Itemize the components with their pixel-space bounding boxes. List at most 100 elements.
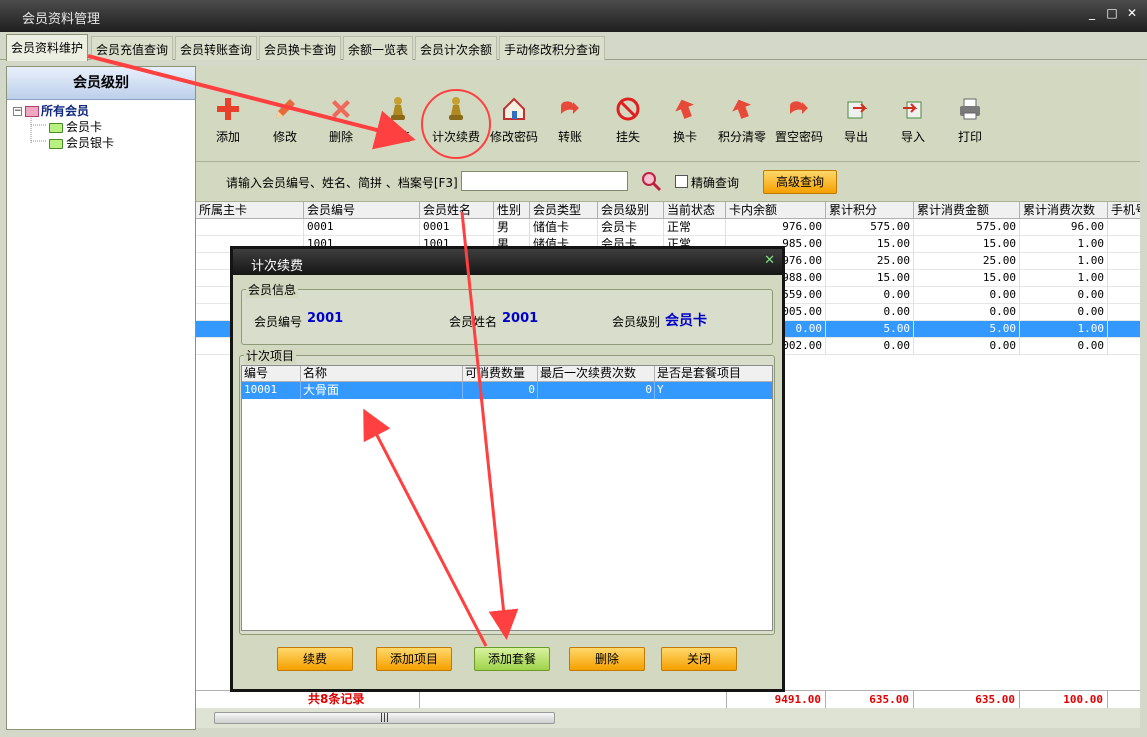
table-cell: 0.00 <box>826 304 914 321</box>
tab-member-info[interactable]: 会员资料维护 <box>6 34 89 61</box>
table-cell <box>1108 304 1140 321</box>
col-header-item-no[interactable]: 编号 <box>242 366 301 382</box>
total-records: 共8条记录 <box>304 691 420 708</box>
print-button[interactable]: 打印 <box>940 96 1000 154</box>
table-cell: 15.00 <box>826 270 914 287</box>
dialog-titlebar: 计次续费 ✕ <box>233 249 782 275</box>
transfer-icon <box>561 101 579 114</box>
import-button[interactable]: 导入 <box>883 96 943 154</box>
horizontal-scrollbar[interactable]: ||| <box>196 708 1140 728</box>
pawn-icon <box>449 97 463 120</box>
table-cell: 0.00 <box>914 287 1020 304</box>
change-password-button[interactable]: 修改密码 <box>484 96 544 154</box>
exact-search-label: 精确查询 <box>691 176 740 190</box>
col-header-item-name[interactable]: 名称 <box>301 366 463 382</box>
col-header-status[interactable]: 当前状态 <box>664 202 726 219</box>
item-name-cell: 大骨面 <box>301 382 463 399</box>
transfer-label: 转账 <box>557 130 582 144</box>
add-item-button[interactable]: 添加项目 <box>376 647 452 671</box>
member-info-group-title: 会员信息 <box>246 281 299 298</box>
table-cell: 会员卡 <box>598 219 664 236</box>
add-package-button[interactable]: 添加套餐 <box>474 647 550 671</box>
tab-recharge-query[interactable]: 会员充值查询 <box>91 36 174 60</box>
advanced-search-button[interactable]: 高级查询 <box>763 170 837 194</box>
report-lost-button[interactable]: 挂失 <box>598 96 658 154</box>
add-button[interactable]: 添加 <box>198 96 258 154</box>
table-cell: 0.00 <box>1020 287 1108 304</box>
tab-transfer-query[interactable]: 会员转账查询 <box>175 36 258 60</box>
col-header-member-name[interactable]: 会员姓名 <box>420 202 494 219</box>
export-icon <box>847 101 868 119</box>
exact-search-checkbox[interactable] <box>675 175 688 188</box>
col-header-remaining[interactable]: 可消费数量 <box>463 366 538 382</box>
tab-strip: 会员资料维护 会员充值查询 会员转账查询 会员换卡查询 余额一览表 会员计次余额… <box>0 32 1147 61</box>
col-header-phone[interactable]: 手机号 <box>1108 202 1140 219</box>
table-cell <box>1108 236 1140 253</box>
add-label: 添加 <box>215 130 240 144</box>
member-name-label: 会员姓名 <box>449 315 498 329</box>
table-cell <box>1108 219 1140 236</box>
maximize-button[interactable]: □ <box>1104 6 1120 24</box>
item-remaining-cell: 0 <box>463 382 538 399</box>
house-icon <box>503 97 525 120</box>
count-renew-dialog: 计次续费 ✕ 会员信息 会员编号 2001 会员姓名 2001 会员级别 会员卡… <box>230 246 785 692</box>
col-header-member-level[interactable]: 会员级别 <box>598 202 664 219</box>
col-header-count[interactable]: 累计消费次数 <box>1020 202 1108 219</box>
scrollbar-thumb[interactable]: ||| <box>214 712 555 724</box>
pencil-icon <box>276 99 295 118</box>
total-balance: 9491.00 <box>726 691 826 708</box>
search-icon[interactable] <box>640 170 662 192</box>
reset-password-button[interactable]: 置空密码 <box>769 96 829 154</box>
change-card-button[interactable]: 换卡 <box>655 96 715 154</box>
col-header-gender[interactable]: 性别 <box>494 202 530 219</box>
clear-points-button[interactable]: 积分清零 <box>712 96 772 154</box>
count-items-table: 编号 名称 可消费数量 最后一次续费次数 是否是套餐项目 10001 大骨面 0… <box>241 365 773 631</box>
search-input[interactable] <box>461 171 628 191</box>
col-header-is-package[interactable]: 是否是套餐项目 <box>655 366 772 382</box>
table-cell: 1.00 <box>1020 253 1108 270</box>
edit-button[interactable]: 修改 <box>255 96 315 154</box>
col-header-points[interactable]: 累计积分 <box>826 202 914 219</box>
col-header-amount[interactable]: 累计消费金额 <box>914 202 1020 219</box>
recharge-button[interactable]: 充值 <box>368 96 428 154</box>
table-cell <box>1108 270 1140 287</box>
dialog-title: 计次续费 <box>251 259 304 274</box>
transfer-icon <box>790 101 808 114</box>
print-label: 打印 <box>957 130 982 144</box>
import-icon <box>903 101 922 119</box>
dialog-close-icon[interactable]: ✕ <box>764 253 775 268</box>
renew-button[interactable]: 续费 <box>277 647 353 671</box>
close-window-button[interactable]: ✕ <box>1124 6 1140 24</box>
minimize-button[interactable]: _ <box>1084 6 1100 24</box>
table-cell: 25.00 <box>914 253 1020 270</box>
table-cell: 男 <box>494 219 530 236</box>
table-cell: 1.00 <box>1020 270 1108 287</box>
window-titlebar: 会员资料管理 _ □ ✕ <box>0 0 1147 32</box>
table-cell: 15.00 <box>914 270 1020 287</box>
delete-button[interactable]: 删除 <box>311 96 371 154</box>
col-header-balance[interactable]: 卡内余额 <box>726 202 826 219</box>
member-no-value: 2001 <box>307 311 344 326</box>
table-cell: 15.00 <box>914 236 1020 253</box>
table-cell <box>1108 321 1140 338</box>
export-button[interactable]: 导出 <box>826 96 886 154</box>
tab-manual-points-query[interactable]: 手动修改积分查询 <box>499 36 606 60</box>
col-header-last-renew[interactable]: 最后一次续费次数 <box>538 366 655 382</box>
tab-count-balance[interactable]: 会员计次余额 <box>415 36 498 60</box>
member-no-label: 会员编号 <box>254 315 303 329</box>
table-cell: 正常 <box>664 219 726 236</box>
tab-card-change-query[interactable]: 会员换卡查询 <box>259 36 342 60</box>
tab-balance-overview[interactable]: 余额一览表 <box>343 36 414 60</box>
window-title: 会员资料管理 <box>22 12 101 27</box>
delete-item-button[interactable]: 删除 <box>569 647 645 671</box>
export-label: 导出 <box>843 130 868 144</box>
col-header-member-no[interactable]: 会员编号 <box>304 202 420 219</box>
col-header-member-type[interactable]: 会员类型 <box>530 202 598 219</box>
table-cell: 储值卡 <box>530 219 598 236</box>
table-cell: 15.00 <box>826 236 914 253</box>
search-label: 请输入会员编号、姓名、简拼 、档案号[F3] <box>226 176 458 190</box>
close-dialog-button[interactable]: 关闭 <box>661 647 737 671</box>
col-header-main-card[interactable]: 所属主卡 <box>196 202 304 219</box>
count-renew-button[interactable]: 计次续费 <box>426 96 486 154</box>
transfer-button[interactable]: 转账 <box>540 96 600 154</box>
